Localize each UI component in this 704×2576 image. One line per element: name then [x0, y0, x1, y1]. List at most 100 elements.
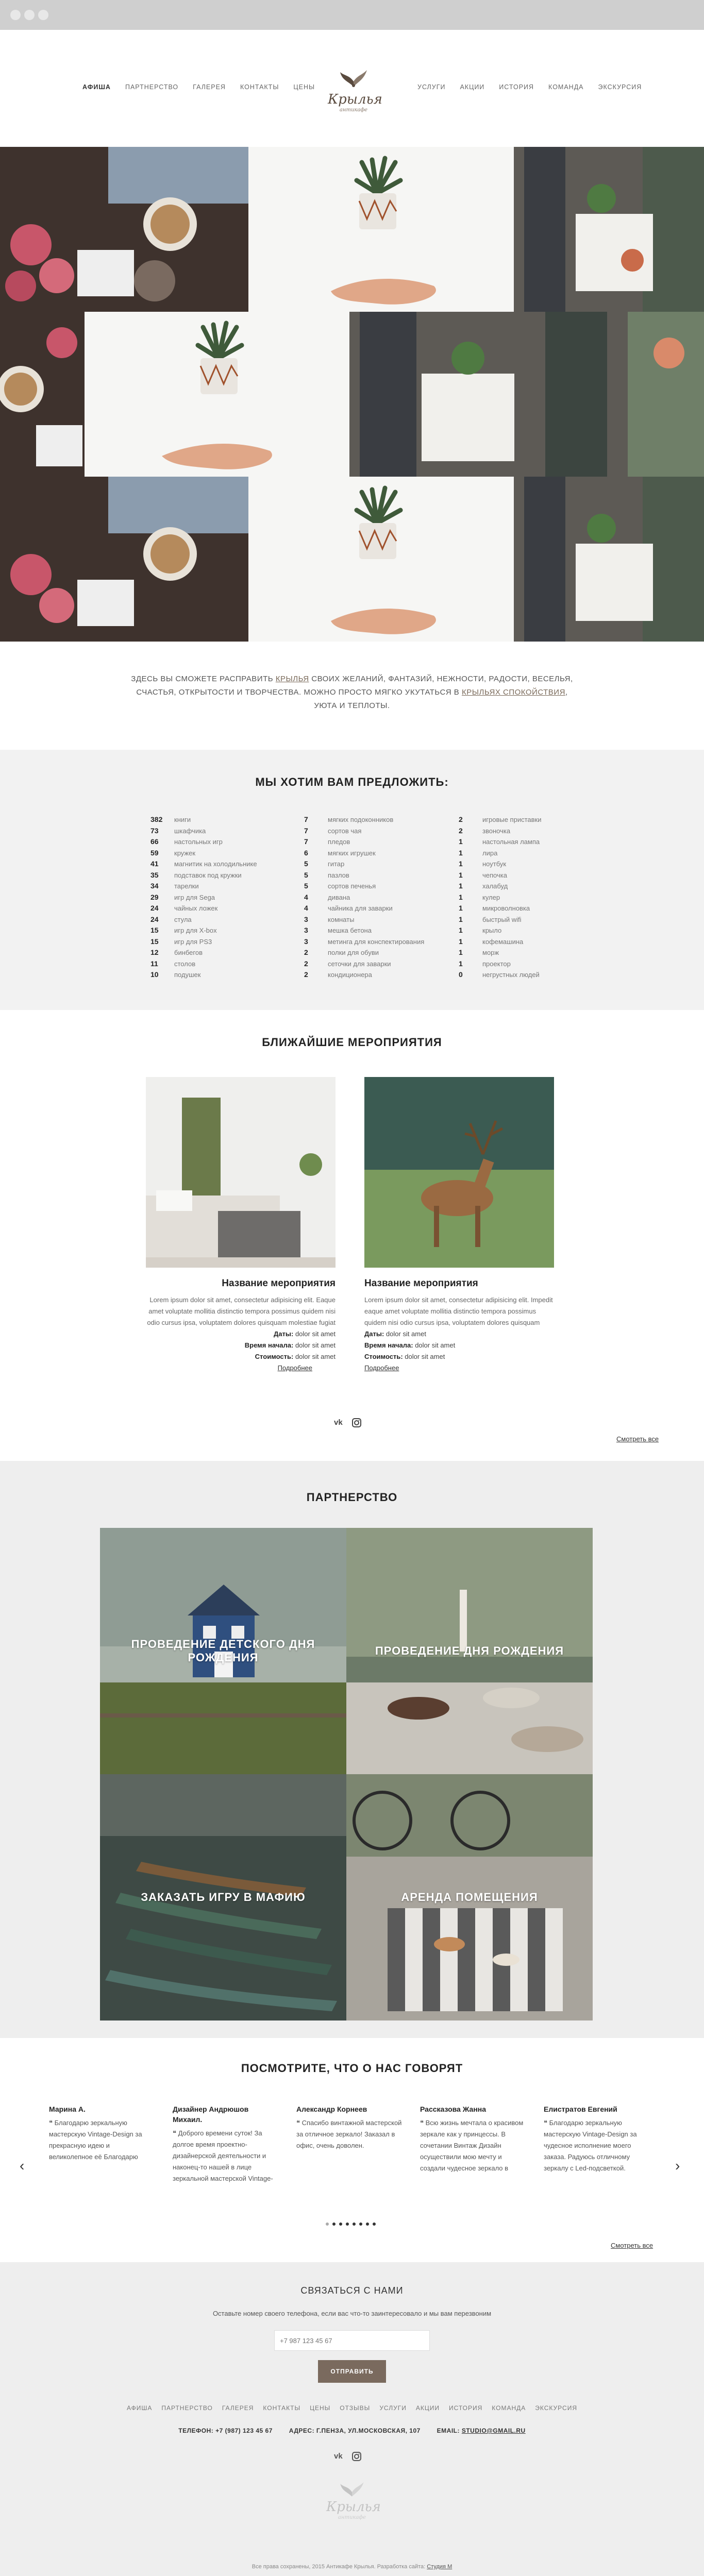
footer-nav-item[interactable]: Услуги — [379, 2404, 407, 2412]
intro-link-wings[interactable]: крылья — [276, 675, 309, 683]
copyright-studio-link[interactable]: Студия М — [427, 2564, 452, 2570]
footer-logo[interactable]: Крылья антикафе — [326, 2479, 381, 2520]
partnership-title: Партнерство — [306, 1491, 398, 1504]
reviews-view-all-link[interactable]: Смотреть все — [611, 2242, 653, 2249]
event-card[interactable]: Название мероприятия Lorem ipsum dolor s… — [146, 1077, 336, 1374]
gallery-photo-coffee-flowers-2[interactable] — [0, 312, 85, 477]
offer-item: 7 мягких подоконников — [304, 815, 459, 827]
photo-gallery — [0, 147, 704, 642]
pagination-dot[interactable] — [332, 2223, 336, 2226]
pagination-dot[interactable] — [339, 2223, 342, 2226]
offer-item-label: сеточки для заварки — [328, 959, 391, 968]
nav-item-team[interactable]: Команда — [548, 83, 583, 91]
offer-item-count: 3 — [304, 937, 308, 946]
offer-item-label: кофемашина — [482, 937, 524, 946]
review-card: Елистратов Евгений ❝ Благодарю зеркальну… — [544, 2104, 649, 2174]
offer-item-label: негрустных людей — [482, 971, 540, 979]
window-maximize-dot[interactable] — [38, 10, 48, 20]
instagram-icon[interactable] — [351, 1418, 361, 1427]
offer-item-count: 3 — [304, 926, 308, 934]
partner-tile-label: Проведение детского дня рождения — [131, 1638, 315, 1664]
window-close-dot[interactable] — [10, 10, 21, 20]
copyright: Все права сохранены, 2015 Антикафе Крыль… — [0, 2564, 704, 2570]
pagination-dot[interactable] — [326, 2223, 329, 2226]
pagination-dot[interactable] — [346, 2223, 349, 2226]
event-more-link[interactable]: Подробнее — [364, 1362, 554, 1374]
offer-item: 66 настольных игр — [150, 837, 305, 849]
partner-tile-kids-birthday[interactable]: Проведение детского дня рождения — [100, 1528, 346, 1774]
footer-email-link[interactable]: studio@gmail.ru — [462, 2427, 526, 2434]
nav-item-gallery[interactable]: Галерея — [193, 83, 226, 91]
pagination-dot[interactable] — [359, 2223, 362, 2226]
gallery-photo-coffee-flowers[interactable] — [0, 147, 248, 312]
footer-logo-name: Крылья — [326, 2499, 381, 2515]
gallery-photo-cafe-table-2[interactable] — [349, 312, 704, 477]
gallery-photo-plant-hand[interactable] — [248, 147, 514, 312]
event-start: Время начала: dolor sit amet — [146, 1340, 336, 1351]
event-card[interactable]: Название мероприятия Lorem ipsum dolor s… — [364, 1077, 554, 1374]
offer-item: 2 сеточки для заварки — [304, 959, 459, 971]
send-button[interactable]: Отправить — [318, 2360, 386, 2383]
offer-item-label: проектор — [482, 959, 511, 968]
footer-nav-item[interactable]: Отзывы — [340, 2404, 370, 2412]
intro-link-calm[interactable]: крыльях спокойствия — [462, 688, 565, 697]
offer-item-count: 73 — [150, 826, 159, 835]
gallery-photo-cafe-table-3[interactable] — [514, 477, 704, 642]
partner-tile-mafia-game[interactable]: Заказать игру в мафию — [100, 1774, 346, 2021]
events-view-all-link[interactable]: Смотреть все — [616, 1435, 659, 1443]
nav-item-prices[interactable]: Цены — [293, 83, 315, 91]
gallery-photo-cafe-table[interactable] — [514, 147, 704, 312]
pagination-dot[interactable] — [353, 2223, 356, 2226]
footer-nav-item[interactable]: Галерея — [222, 2404, 254, 2412]
nav-item-tour[interactable]: Экскурсия — [598, 83, 642, 91]
events-social: vk — [334, 1418, 361, 1427]
footer-nav-item[interactable]: История — [449, 2404, 482, 2412]
offer-item-count: 7 — [304, 837, 308, 846]
offer-item-label: сортов чая — [328, 827, 362, 835]
offer-item-count: 1 — [459, 860, 463, 868]
footer-nav-item[interactable]: Контакты — [263, 2404, 300, 2412]
offer-item-label: кружек — [174, 849, 196, 857]
reviews-prev-arrow[interactable]: ‹ — [20, 2158, 24, 2174]
footer-nav-item[interactable]: Афиша — [127, 2404, 152, 2412]
vk-icon[interactable]: vk — [334, 1418, 343, 1427]
vk-icon[interactable]: vk — [334, 2452, 343, 2461]
site-logo[interactable]: Крылья антикафе — [328, 66, 382, 123]
footer-nav-item[interactable]: Команда — [492, 2404, 526, 2412]
gallery-photo-plant-hand-2[interactable] — [85, 312, 349, 477]
window-minimize-dot[interactable] — [24, 10, 35, 20]
footer-nav-item[interactable]: Экскурсия — [535, 2404, 577, 2412]
footer-phone-value[interactable]: +7 (987) 123 45 67 — [215, 2427, 273, 2434]
partner-tile-room-rental[interactable]: Аренда помещения — [346, 1774, 593, 2021]
pagination-dot[interactable] — [373, 2223, 376, 2226]
nav-item-services[interactable]: Услуги — [417, 83, 445, 91]
footer-nav-item[interactable]: Партнерство — [161, 2404, 213, 2412]
nav-item-history[interactable]: История — [499, 83, 534, 91]
review-author: Дизайнер Андрюшов Михаил. — [173, 2105, 249, 2124]
offer-item-count: 1 — [459, 959, 463, 968]
pagination-dot[interactable] — [366, 2223, 369, 2226]
offer-item-label: пазлов — [328, 871, 349, 879]
nav-item-contacts[interactable]: Контакты — [240, 83, 279, 91]
phone-input[interactable] — [274, 2330, 430, 2351]
coffee-flowers-photo-3 — [0, 477, 248, 642]
instagram-icon[interactable] — [351, 2452, 361, 2461]
nav-item-promo[interactable]: Акции — [460, 83, 484, 91]
offer-item: 1 кофемашина — [459, 937, 613, 949]
event-image-deer[interactable] — [364, 1077, 554, 1268]
footer-nav-item[interactable]: Акции — [416, 2404, 440, 2412]
gallery-photo-coffee-flowers-3[interactable] — [0, 477, 248, 642]
nav-item-partnership[interactable]: Партнерство — [125, 83, 178, 91]
review-card: Дизайнер Андрюшов Михаил. ❝ Доброго врем… — [173, 2104, 278, 2184]
reviews-next-arrow[interactable]: › — [675, 2158, 680, 2174]
event-image-bedroom[interactable] — [146, 1077, 336, 1268]
footer-contacts: Телефон: +7 (987) 123 45 67 Адрес: г.Пен… — [0, 2427, 704, 2434]
gallery-photo-plant-hand-3[interactable] — [248, 477, 514, 642]
offer-item-label: звоночка — [482, 827, 511, 835]
event-dates-label: Даты: — [364, 1330, 384, 1338]
event-more-link[interactable]: Подробнее — [146, 1362, 336, 1374]
partner-tile-birthday[interactable]: Проведение дня рождения — [346, 1528, 593, 1774]
logo-name: Крылья — [328, 92, 382, 107]
nav-item-afisha[interactable]: Афиша — [82, 83, 111, 91]
footer-nav-item[interactable]: Цены — [310, 2404, 330, 2412]
